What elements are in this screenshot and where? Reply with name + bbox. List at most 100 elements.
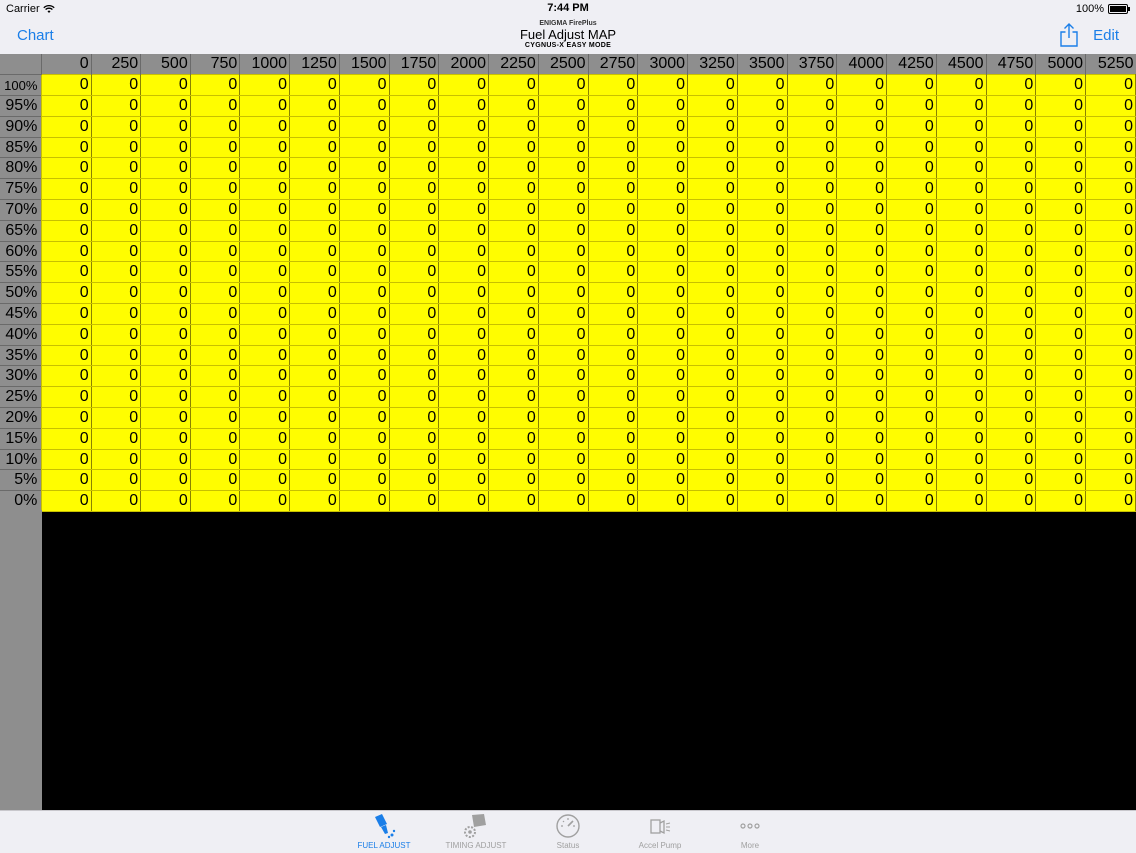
- map-cell[interactable]: 0: [687, 469, 738, 492]
- map-cell[interactable]: 0: [438, 448, 490, 471]
- map-cell[interactable]: 0: [1035, 157, 1087, 180]
- map-cell[interactable]: 0: [1035, 240, 1087, 263]
- map-cell[interactable]: 0: [438, 490, 490, 513]
- map-cell[interactable]: 0: [687, 386, 738, 409]
- map-cell[interactable]: 0: [140, 303, 191, 325]
- map-cell[interactable]: 0: [1035, 178, 1087, 201]
- map-cell[interactable]: 0: [438, 469, 490, 492]
- map-cell[interactable]: 0: [90, 407, 142, 429]
- map-cell[interactable]: 0: [41, 178, 92, 201]
- map-cell[interactable]: 0: [537, 490, 589, 513]
- map-cell[interactable]: 0: [289, 365, 340, 388]
- map-cell[interactable]: 0: [587, 365, 639, 388]
- map-cell[interactable]: 0: [41, 448, 92, 471]
- map-cell[interactable]: 0: [537, 469, 589, 492]
- map-cell[interactable]: 0: [338, 427, 390, 450]
- map-cell[interactable]: 0: [41, 386, 92, 409]
- map-cell[interactable]: 0: [338, 365, 390, 388]
- map-cell[interactable]: 0: [41, 199, 92, 221]
- map-cell[interactable]: 0: [587, 261, 639, 284]
- map-cell[interactable]: 0: [886, 407, 937, 429]
- map-cell[interactable]: 0: [388, 303, 440, 325]
- map-cell[interactable]: 0: [786, 199, 838, 221]
- map-cell[interactable]: 0: [41, 469, 92, 492]
- map-cell[interactable]: 0: [537, 115, 589, 138]
- map-cell[interactable]: 0: [140, 365, 191, 388]
- map-cell[interactable]: 0: [140, 282, 191, 305]
- map-cell[interactable]: 0: [289, 386, 340, 409]
- map-cell[interactable]: 0: [140, 261, 191, 284]
- map-cell[interactable]: 0: [289, 95, 340, 117]
- map-cell[interactable]: 0: [338, 344, 390, 367]
- map-cell[interactable]: 0: [637, 178, 689, 201]
- map-cell[interactable]: 0: [338, 303, 390, 325]
- map-cell[interactable]: 0: [338, 282, 390, 305]
- map-cell[interactable]: 0: [687, 261, 738, 284]
- map-cell[interactable]: 0: [1085, 95, 1136, 117]
- map-cell[interactable]: 0: [985, 136, 1037, 159]
- map-cell[interactable]: 0: [587, 136, 639, 159]
- map-cell[interactable]: 0: [786, 407, 838, 429]
- map-cell[interactable]: 0: [239, 344, 291, 367]
- map-cell[interactable]: 0: [338, 240, 390, 263]
- map-cell[interactable]: 0: [935, 448, 987, 471]
- map-cell[interactable]: 0: [587, 448, 639, 471]
- map-cell[interactable]: 0: [537, 282, 589, 305]
- map-cell[interactable]: 0: [786, 490, 838, 513]
- map-cell[interactable]: 0: [786, 386, 838, 409]
- map-cell[interactable]: 0: [239, 490, 291, 513]
- map-cell[interactable]: 0: [736, 178, 788, 201]
- map-cell[interactable]: 0: [41, 115, 92, 138]
- map-cell[interactable]: 0: [985, 199, 1037, 221]
- map-cell[interactable]: 0: [637, 323, 689, 346]
- map-cell[interactable]: 0: [836, 74, 888, 97]
- map-cell[interactable]: 0: [90, 219, 142, 242]
- map-cell[interactable]: 0: [1085, 261, 1136, 284]
- map-cell[interactable]: 0: [886, 344, 937, 367]
- map-cell[interactable]: 0: [1085, 74, 1136, 97]
- map-cell[interactable]: 0: [388, 365, 440, 388]
- map-cell[interactable]: 0: [388, 157, 440, 180]
- map-cell[interactable]: 0: [388, 136, 440, 159]
- tab-status[interactable]: Status: [528, 813, 608, 850]
- map-cell[interactable]: 0: [637, 261, 689, 284]
- map-cell[interactable]: 0: [1085, 365, 1136, 388]
- map-cell[interactable]: 0: [140, 490, 191, 513]
- map-cell[interactable]: 0: [786, 282, 838, 305]
- map-cell[interactable]: 0: [587, 115, 639, 138]
- map-cell[interactable]: 0: [1035, 469, 1087, 492]
- map-cell[interactable]: 0: [289, 219, 340, 242]
- map-cell[interactable]: 0: [786, 427, 838, 450]
- map-cell[interactable]: 0: [537, 344, 589, 367]
- map-cell[interactable]: 0: [488, 261, 539, 284]
- map-cell[interactable]: 0: [836, 219, 888, 242]
- map-cell[interactable]: 0: [189, 323, 241, 346]
- map-cell[interactable]: 0: [140, 157, 191, 180]
- map-cell[interactable]: 0: [239, 427, 291, 450]
- map-cell[interactable]: 0: [189, 469, 241, 492]
- map-cell[interactable]: 0: [388, 115, 440, 138]
- map-cell[interactable]: 0: [1085, 448, 1136, 471]
- map-cell[interactable]: 0: [985, 469, 1037, 492]
- map-cell[interactable]: 0: [90, 427, 142, 450]
- map-cell[interactable]: 0: [388, 448, 440, 471]
- map-cell[interactable]: 0: [687, 178, 738, 201]
- map-cell[interactable]: 0: [140, 386, 191, 409]
- map-cell[interactable]: 0: [388, 344, 440, 367]
- map-cell[interactable]: 0: [438, 282, 490, 305]
- map-cell[interactable]: 0: [438, 323, 490, 346]
- map-cell[interactable]: 0: [289, 448, 340, 471]
- map-cell[interactable]: 0: [786, 261, 838, 284]
- map-cell[interactable]: 0: [140, 115, 191, 138]
- map-cell[interactable]: 0: [189, 344, 241, 367]
- map-cell[interactable]: 0: [1085, 115, 1136, 138]
- map-cell[interactable]: 0: [90, 365, 142, 388]
- map-cell[interactable]: 0: [289, 178, 340, 201]
- map-cell[interactable]: 0: [935, 365, 987, 388]
- map-cell[interactable]: 0: [1085, 157, 1136, 180]
- map-cell[interactable]: 0: [438, 178, 490, 201]
- map-cell[interactable]: 0: [1085, 240, 1136, 263]
- map-cell[interactable]: 0: [1035, 199, 1087, 221]
- map-cell[interactable]: 0: [637, 490, 689, 513]
- map-cell[interactable]: 0: [41, 136, 92, 159]
